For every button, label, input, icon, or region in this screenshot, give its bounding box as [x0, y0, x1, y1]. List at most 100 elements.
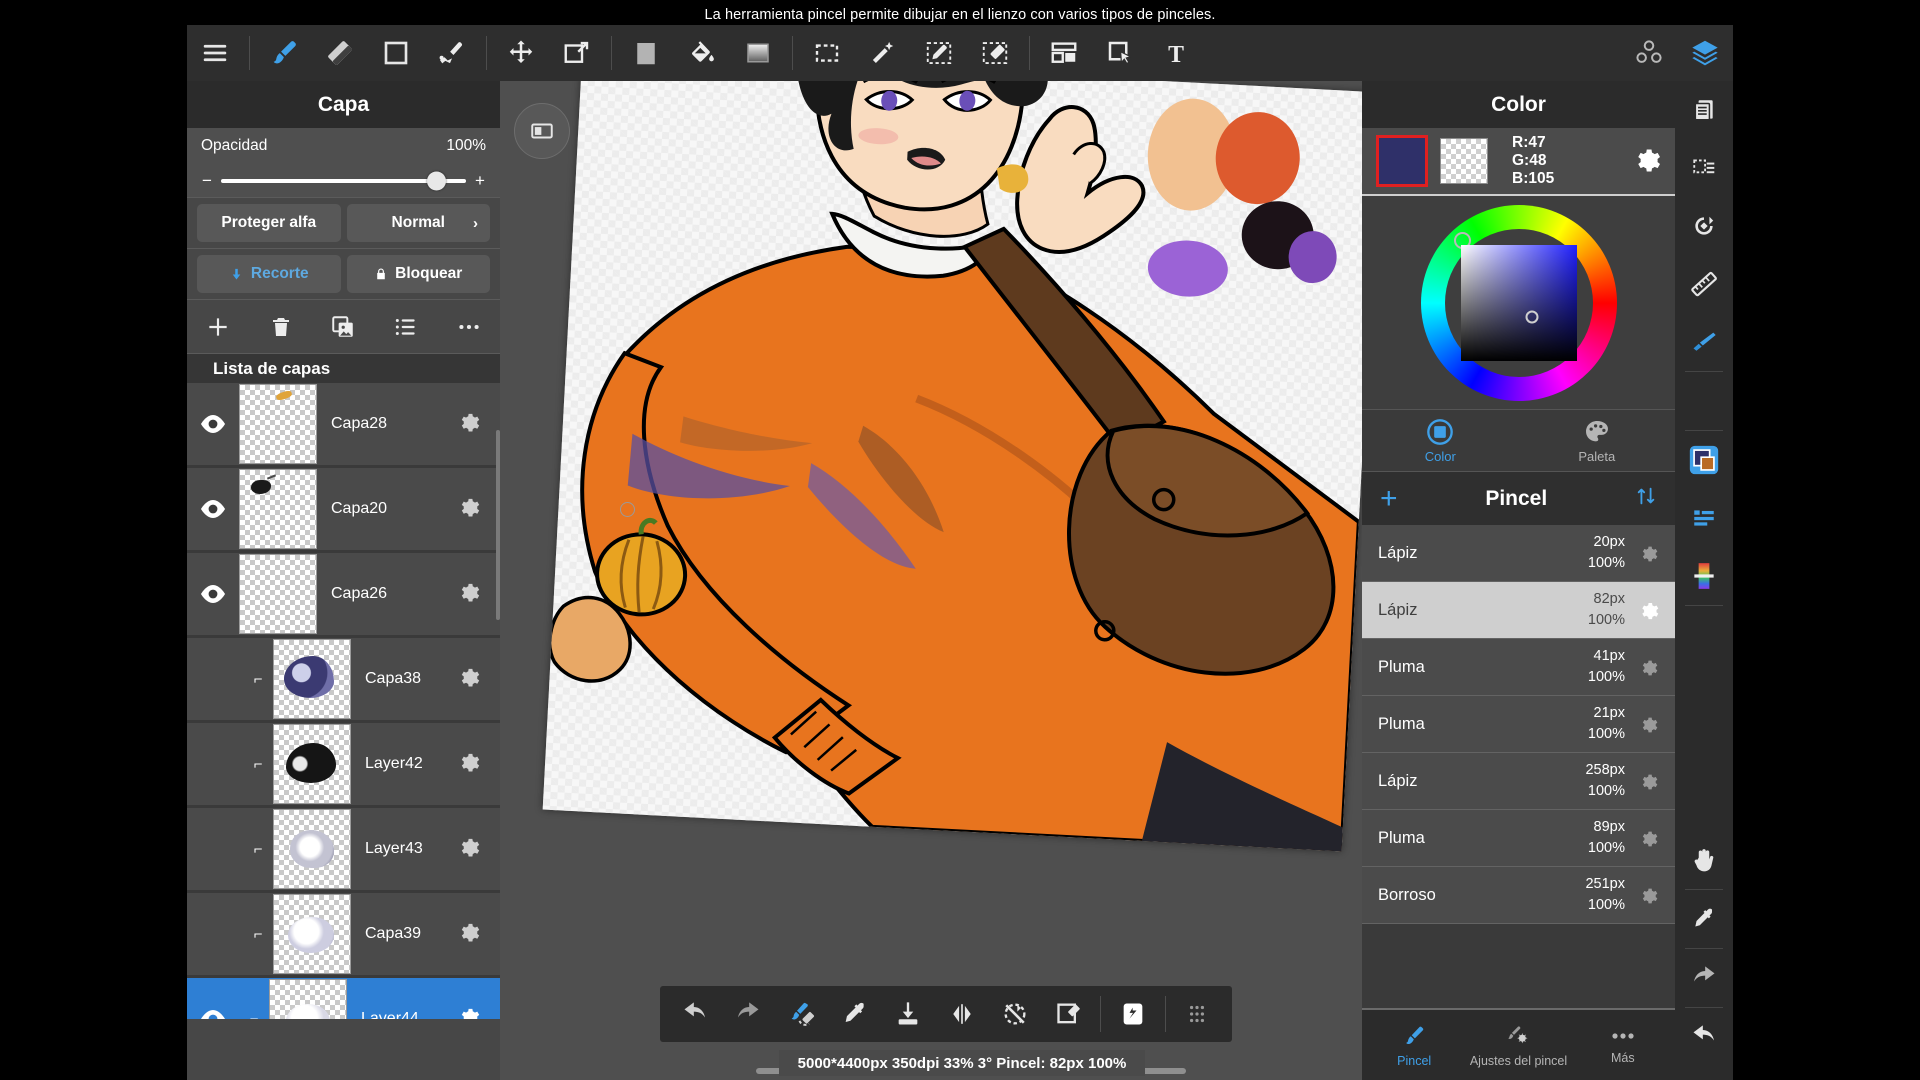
panel-toggle-button[interactable]: [514, 103, 570, 159]
brush-list-item[interactable]: Lápiz 20px 100%: [1362, 525, 1675, 582]
layer-list[interactable]: Capa28 Capa20 Capa26 ⌐ Capa38 ⌐ Layer42 …: [187, 383, 500, 1019]
primary-color-swatch[interactable]: [1376, 135, 1428, 187]
sort-brushes-button[interactable]: [1635, 485, 1657, 512]
redo-rail-icon[interactable]: [1675, 949, 1733, 1007]
bucket-tool-icon[interactable]: [674, 25, 730, 81]
brush-tool-icon[interactable]: [256, 25, 312, 81]
layer-row[interactable]: ⌐ Capa39: [187, 893, 500, 978]
tab-pincel[interactable]: Pincel: [1362, 1010, 1466, 1080]
pages-icon[interactable]: [1675, 81, 1733, 139]
layer-row[interactable]: Capa26: [187, 553, 500, 638]
layer-visibility-toggle[interactable]: [187, 1008, 239, 1019]
layer-menu-button[interactable]: [386, 307, 426, 347]
layer-row[interactable]: ⌐ Capa38: [187, 638, 500, 723]
delete-layer-button[interactable]: [261, 307, 301, 347]
selection-list-icon[interactable]: [1675, 139, 1733, 197]
layer-row[interactable]: Capa20: [187, 468, 500, 553]
canvas-paper[interactable]: [542, 81, 1362, 854]
saturation-brightness-box[interactable]: [1460, 245, 1577, 361]
move-tool-icon[interactable]: [493, 25, 549, 81]
eyedropper-button[interactable]: [828, 986, 881, 1042]
color-swap-icon[interactable]: [1675, 431, 1733, 489]
brush-settings-button[interactable]: [1637, 657, 1659, 677]
layer-settings-button[interactable]: [456, 580, 480, 609]
opacity-slider-knob[interactable]: [427, 171, 446, 191]
rotate-reset-button[interactable]: [988, 986, 1041, 1042]
redo-button[interactable]: [721, 986, 774, 1042]
share-button[interactable]: [1106, 986, 1159, 1042]
eraser-tool-icon[interactable]: [312, 25, 368, 81]
hue-wheel[interactable]: [1420, 205, 1617, 401]
brush-settings-button[interactable]: [1637, 885, 1659, 905]
grid-handle-button[interactable]: [1171, 986, 1224, 1042]
magic-wand-icon[interactable]: [855, 25, 911, 81]
layer-settings-button[interactable]: [456, 835, 480, 864]
transform-tool-icon[interactable]: [549, 25, 605, 81]
undo-rail-icon[interactable]: [1675, 1008, 1733, 1066]
layer-visibility-toggle[interactable]: [187, 413, 239, 435]
eyedropper-rail-icon[interactable]: [1675, 890, 1733, 948]
tab-paleta[interactable]: Paleta: [1519, 410, 1676, 471]
palette-list-icon[interactable]: [1675, 489, 1733, 547]
brush-list-item[interactable]: Pluma 89px 100%: [1362, 810, 1675, 867]
perspective-icon[interactable]: [1675, 313, 1733, 371]
save-button[interactable]: [882, 986, 935, 1042]
smudge-tool-icon[interactable]: [424, 25, 480, 81]
clipping-button[interactable]: Recorte: [197, 255, 341, 293]
opacity-increase-button[interactable]: +: [474, 171, 486, 191]
layer-settings-button[interactable]: [456, 920, 480, 949]
opacity-slider[interactable]: [221, 171, 466, 191]
text-tool-icon[interactable]: T: [1148, 25, 1204, 81]
brush-list-item[interactable]: Pluma 41px 100%: [1362, 639, 1675, 696]
layer-row[interactable]: ⌐ Layer44: [187, 978, 500, 1019]
menu-icon[interactable]: [187, 25, 243, 81]
select-eraser-icon[interactable]: [967, 25, 1023, 81]
undo-button[interactable]: [668, 986, 721, 1042]
more-options-button[interactable]: [449, 307, 489, 347]
duplicate-layer-button[interactable]: [323, 307, 363, 347]
tab-mas[interactable]: Más: [1571, 1010, 1675, 1080]
saturation-brightness-handle[interactable]: [1525, 310, 1539, 324]
new-layer-button[interactable]: [1042, 986, 1095, 1042]
lock-button[interactable]: Bloquear: [346, 255, 490, 293]
tab-ajustes-del-pincel[interactable]: Ajustes del pincel: [1466, 1010, 1570, 1080]
layer-settings-button[interactable]: [456, 495, 480, 524]
canvas-layout-icon[interactable]: [1036, 25, 1092, 81]
layer-settings-button[interactable]: [456, 410, 480, 439]
materials-icon[interactable]: [1621, 25, 1677, 81]
brush-settings-button[interactable]: [1637, 599, 1659, 621]
layer-settings-button[interactable]: [456, 1005, 480, 1019]
brush-settings-button[interactable]: [1637, 543, 1659, 563]
gradient-bar-icon[interactable]: [1675, 547, 1733, 605]
brush-settings-button[interactable]: [1637, 771, 1659, 791]
layer-row[interactable]: Capa28: [187, 383, 500, 468]
layer-visibility-toggle[interactable]: [187, 498, 239, 520]
hand-tool-icon[interactable]: [1675, 831, 1733, 889]
layer-visibility-toggle[interactable]: [187, 583, 239, 605]
brush-list[interactable]: Lápiz 20px 100% Lápiz 82px 100% Pluma 41…: [1362, 525, 1675, 924]
gradient-tool-icon[interactable]: [730, 25, 786, 81]
layers-icon[interactable]: [1677, 25, 1733, 81]
canvas-area[interactable]: 5000*4400px 350dpi 33% 3° Pincel: 82px 1…: [500, 81, 1362, 1080]
color-settings-button[interactable]: [1631, 144, 1661, 179]
blend-mode-button[interactable]: Normal ›: [346, 204, 490, 242]
flip-horizontal-button[interactable]: [935, 986, 988, 1042]
brush-list-item[interactable]: Lápiz 82px 100%: [1362, 582, 1675, 639]
object-select-icon[interactable]: [1092, 25, 1148, 81]
layer-row[interactable]: ⌐ Layer43: [187, 808, 500, 893]
select-rect-icon[interactable]: [799, 25, 855, 81]
fill-solid-icon[interactable]: [618, 25, 674, 81]
layer-settings-button[interactable]: [456, 750, 480, 779]
brush-list-item[interactable]: Lápiz 258px 100%: [1362, 753, 1675, 810]
opacity-decrease-button[interactable]: −: [201, 171, 213, 191]
color-wheel-area[interactable]: [1362, 196, 1675, 409]
layer-settings-button[interactable]: [456, 665, 480, 694]
protect-alpha-button[interactable]: Proteger alfa: [197, 204, 341, 242]
select-pen-icon[interactable]: [911, 25, 967, 81]
secondary-transparent-swatch[interactable]: [1440, 138, 1488, 184]
add-layer-button[interactable]: [198, 307, 238, 347]
brush-list-item[interactable]: Borroso 251px 100%: [1362, 867, 1675, 924]
layer-row[interactable]: ⌐ Layer42: [187, 723, 500, 808]
brush-settings-button[interactable]: [1637, 828, 1659, 848]
shape-tool-icon[interactable]: [368, 25, 424, 81]
